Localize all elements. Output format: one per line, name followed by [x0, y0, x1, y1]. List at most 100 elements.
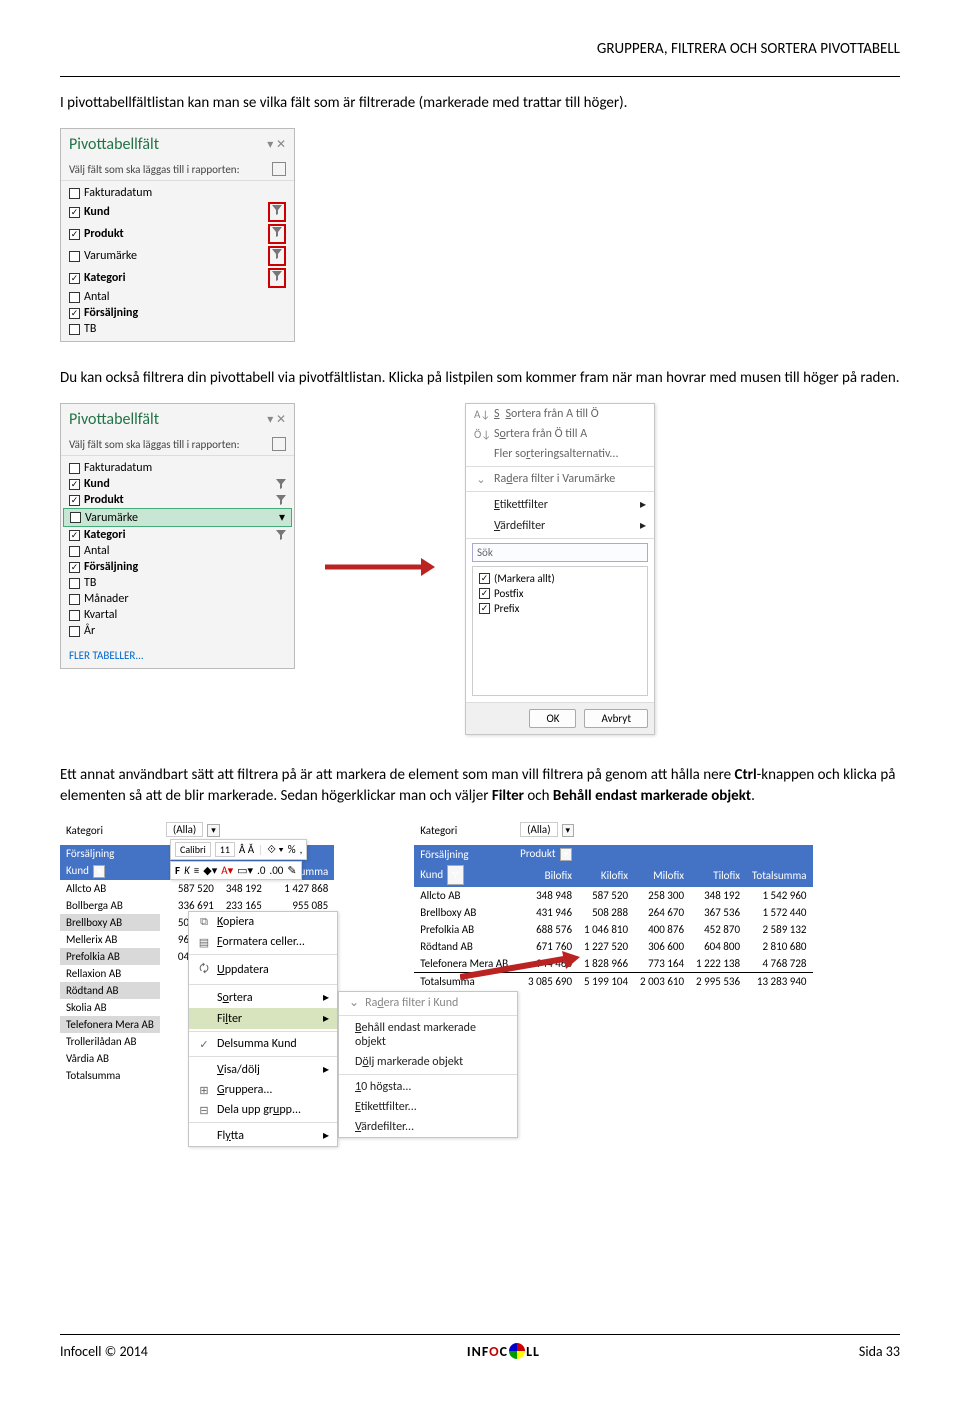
clear-filter-icon: ⌄	[474, 473, 488, 486]
field-label[interactable]: Försäljning	[84, 306, 138, 320]
checkbox[interactable]: ✓	[69, 562, 80, 573]
checkbox[interactable]	[69, 578, 80, 589]
checkbox[interactable]: ✓	[69, 479, 80, 490]
label-filter[interactable]: Etikettfilter	[494, 498, 548, 512]
keep-selected[interactable]: Behåll endast markerade objekt	[339, 1018, 517, 1052]
context-menu: ⧉Kopiera ▤Formatera celler... 🗘Uppdatera…	[188, 911, 338, 1147]
sort-za[interactable]: Sortera från Ö till A	[494, 427, 587, 441]
header-rule	[60, 76, 900, 77]
checkbox[interactable]	[69, 292, 80, 303]
ungroup-icon: ⊟	[197, 1104, 211, 1117]
chevron-down-icon[interactable]: ▾	[279, 510, 285, 525]
sort-az[interactable]: Sortera från A till Ö	[506, 407, 599, 421]
checkbox[interactable]: ✓	[69, 495, 80, 506]
checkbox[interactable]	[69, 546, 80, 557]
group-icon: ⊞	[197, 1084, 211, 1097]
field-label[interactable]: Fakturadatum	[84, 186, 152, 200]
field-label[interactable]: Produkt	[84, 227, 124, 241]
checkbox[interactable]	[69, 251, 80, 262]
refresh-icon: 🗘	[197, 960, 211, 979]
field-label[interactable]: Kund	[84, 205, 110, 219]
ok-button[interactable]: OK	[529, 709, 576, 728]
search-input[interactable]: Sök	[472, 543, 648, 562]
field-label[interactable]: Varumärke	[84, 249, 137, 263]
gear-icon[interactable]	[272, 162, 286, 176]
funnel-icon	[272, 227, 282, 237]
checkbox[interactable]: ✓	[69, 229, 80, 240]
checkbox[interactable]: ✓	[69, 273, 80, 284]
more-tables-link[interactable]: FLER TABELLER...	[61, 643, 294, 668]
field-label[interactable]: Antal	[84, 290, 110, 304]
pane-window-controls[interactable]: ▾ ✕	[267, 137, 286, 152]
field-label[interactable]: Varumärke	[85, 511, 138, 525]
fill-icon: ◆▾	[203, 864, 217, 877]
pivot-field-pane-2: Pivottabellfält ▾ ✕ Välj fält som ska lä…	[60, 403, 295, 669]
gear-icon[interactable]	[272, 437, 286, 451]
paragraph-3: Ett annat användbart sätt att filtrera p…	[60, 765, 900, 807]
clear-filter[interactable]: Radera filter i Varumärke	[494, 472, 615, 486]
field-label[interactable]: År	[84, 624, 95, 638]
more-sort[interactable]: Fler sorteringsalternativ...	[494, 447, 619, 461]
field-label[interactable]: Kategori	[84, 271, 126, 285]
currency-icon[interactable]: ⟐ ▾	[267, 843, 284, 857]
chevron-right-icon: ▸	[323, 1011, 329, 1026]
paragraph-2: Du kan också filtrera din pivottabell vi…	[60, 368, 900, 389]
arrow-right-icon	[460, 951, 580, 985]
filter-dropdown-menu: A↓SSortera från A till Ö Ö↓Sortera från …	[465, 403, 655, 735]
funnel-icon	[272, 249, 282, 259]
chevron-right-icon: ▸	[640, 497, 646, 512]
checkbox[interactable]	[69, 626, 80, 637]
field-label[interactable]: Kund	[84, 477, 110, 491]
cancel-button[interactable]: Avbryt	[584, 709, 648, 728]
checkbox[interactable]: ✓	[69, 308, 80, 319]
pane-subtitle: Välj fält som ska läggas till i rapporte…	[69, 163, 240, 176]
value-filter[interactable]: Värdefilter	[494, 519, 545, 533]
field-label[interactable]: Fakturadatum	[84, 461, 152, 475]
checkbox[interactable]	[70, 512, 81, 523]
field-label[interactable]: Kvartal	[84, 608, 117, 622]
hide-selected[interactable]: Dölj markerade objekt	[339, 1052, 517, 1072]
copy-icon: ⧉	[197, 915, 211, 929]
filter-menu-item[interactable]: Filter▸	[189, 1008, 337, 1029]
filter-checkbox-list[interactable]: ✓(Markera allt) ✓Postfix ✓Prefix	[472, 566, 648, 696]
field-label[interactable]: Månader	[84, 592, 129, 606]
format-painter-icon: ✎	[287, 864, 296, 877]
chevron-down-icon[interactable]: ▾	[207, 824, 220, 837]
checkbox[interactable]	[69, 188, 80, 199]
footer-logo: INFOCLL	[467, 1343, 540, 1360]
field-label[interactable]: Kategori	[84, 528, 126, 542]
border-icon: ▭▾	[237, 864, 253, 877]
chevron-right-icon: ▸	[323, 990, 329, 1005]
font-color-icon: A▾	[221, 864, 233, 877]
pivot-field-pane-1: Pivottabellfält ▾ ✕ Välj fält som ska lä…	[60, 128, 295, 342]
mini-format-toolbar-2[interactable]: F K ≡ ◆▾ A▾ ▭▾ .0 .00 ✎	[170, 861, 302, 880]
arrow-right-icon	[325, 556, 435, 582]
checkbox[interactable]: ✓	[69, 530, 80, 541]
checkbox[interactable]	[69, 463, 80, 474]
sort-az-icon: A↓	[474, 408, 488, 421]
mini-format-toolbar[interactable]: Calibri 11 Â Ǎ| ⟐ ▾ %,	[170, 839, 307, 860]
format-cells-icon: ▤	[197, 936, 211, 949]
checkbox[interactable]	[69, 594, 80, 605]
field-label[interactable]: Antal	[84, 544, 110, 558]
page-header: GRUPPERA, FILTRERA OCH SORTERA PIVOTTABE…	[60, 40, 900, 58]
chevron-right-icon: ▸	[640, 518, 646, 533]
filter-submenu: ⌄Radera filter i Kund Behåll endast mark…	[338, 991, 518, 1138]
clear-filter-icon: ⌄	[349, 995, 359, 1010]
chevron-down-icon[interactable]: ▾	[93, 865, 106, 878]
checkbox[interactable]	[69, 610, 80, 621]
field-label[interactable]: TB	[84, 576, 96, 590]
pane-title: Pivottabellfält	[69, 135, 159, 154]
checkbox[interactable]: ✓	[69, 207, 80, 218]
field-label[interactable]: Produkt	[84, 493, 124, 507]
field-label[interactable]: Försäljning	[84, 560, 138, 574]
footer-left: Infocell © 2014	[60, 1343, 148, 1360]
field-label[interactable]: TB	[84, 322, 96, 336]
funnel-icon[interactable]: 🝖	[447, 865, 463, 885]
chevron-down-icon[interactable]: ▾	[562, 824, 575, 837]
funnel-icon	[276, 530, 286, 540]
checkbox[interactable]	[69, 324, 80, 335]
sort-za-icon: Ö↓	[474, 428, 488, 441]
funnel-icon	[276, 479, 286, 489]
page-footer: Infocell © 2014 INFOCLL Sida 33	[60, 1334, 900, 1380]
